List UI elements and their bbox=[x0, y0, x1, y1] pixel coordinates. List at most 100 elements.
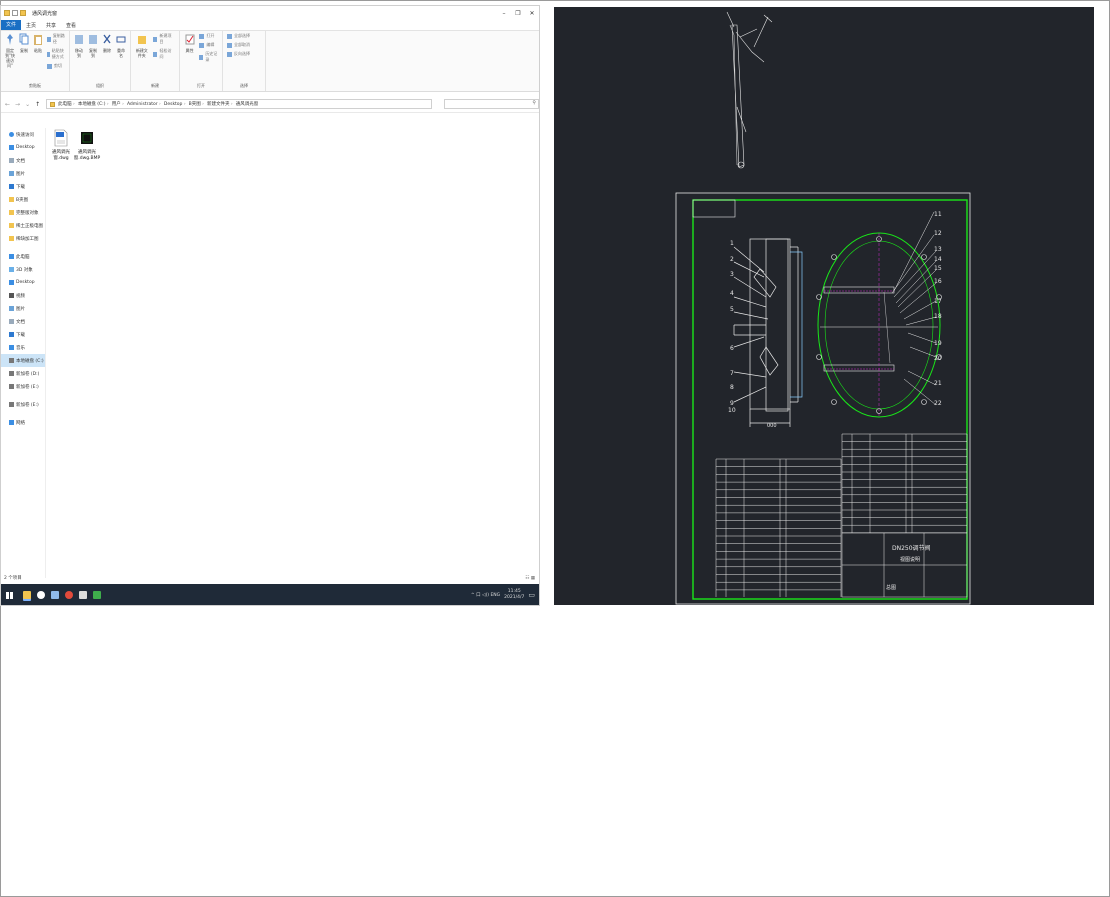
sheet-inner-border bbox=[692, 199, 968, 600]
breadcrumb-item[interactable]: Administrator bbox=[127, 102, 161, 107]
tab-home[interactable]: 主页 bbox=[21, 22, 41, 29]
cortana-taskbar-icon[interactable] bbox=[37, 591, 45, 599]
documents-icon bbox=[9, 158, 14, 163]
breadcrumb-item[interactable]: 新建文件夹 bbox=[207, 101, 233, 107]
maximize-button[interactable]: ❐ bbox=[511, 10, 525, 17]
clipboard-small-buttons: 复制路径 粘贴快捷方式 剪切 bbox=[47, 33, 65, 89]
nav-item-drive-c[interactable]: 本地磁盘 (C:) bbox=[1, 354, 45, 367]
nav-item-downloads[interactable]: 下载 bbox=[1, 328, 45, 341]
properties-button[interactable]: 属性 bbox=[184, 33, 195, 89]
nav-item-documents[interactable]: 文档 bbox=[1, 315, 45, 328]
nav-item-downloads[interactable]: 下载 bbox=[1, 180, 45, 193]
copy-button[interactable]: 复制 bbox=[19, 33, 29, 89]
star-icon bbox=[9, 132, 14, 137]
balloon-5: 5 bbox=[730, 306, 734, 313]
nav-label: 快速访问 bbox=[16, 132, 34, 138]
wechat-taskbar-icon[interactable] bbox=[93, 591, 101, 599]
notification-icon[interactable]: ▭ bbox=[528, 591, 535, 599]
forward-button[interactable]: → bbox=[15, 101, 20, 108]
quick-access-toolbar[interactable] bbox=[4, 10, 26, 16]
tab-share[interactable]: 共享 bbox=[41, 22, 61, 29]
ribbon-group-select: 全部选择 全部取消 反向选择 选择 bbox=[223, 31, 266, 91]
nav-item-documents[interactable]: 文档 bbox=[1, 154, 45, 167]
new-folder-icon[interactable] bbox=[20, 10, 26, 16]
history-button[interactable]: 历史记录 bbox=[199, 51, 218, 63]
properties-label: 属性 bbox=[185, 48, 194, 53]
copy-to-button[interactable]: 复制到 bbox=[88, 33, 98, 89]
balloon-14: 14 bbox=[934, 256, 942, 263]
search-input[interactable]: ⚲ bbox=[444, 99, 539, 109]
documents-icon bbox=[9, 319, 14, 324]
nav-item-folder[interactable]: B夹图 bbox=[1, 193, 45, 206]
cut-button[interactable]: 剪切 bbox=[47, 63, 65, 69]
breadcrumb-item[interactable]: B夹图 bbox=[189, 101, 204, 107]
item-count: 2 个项目 bbox=[4, 576, 22, 581]
nav-item-drive-e-root[interactable]: 新加卷 (E:) bbox=[1, 398, 45, 411]
group-label-new: 新建 bbox=[151, 83, 159, 88]
clock[interactable]: 11:45 2021/4/7 bbox=[504, 589, 524, 601]
back-button[interactable]: ← bbox=[5, 101, 10, 108]
breadcrumb[interactable]: 此电脑 本地磁盘 (C:) 用户 Administrator Desktop B… bbox=[46, 99, 433, 109]
download-icon bbox=[9, 184, 14, 189]
edit-button[interactable]: 编辑 bbox=[199, 42, 218, 48]
recent-dropdown-button[interactable]: ⌄ bbox=[25, 101, 30, 108]
select-none-button[interactable]: 全部取消 bbox=[227, 42, 250, 48]
nav-item-folder[interactable]: 完整版对象 bbox=[1, 206, 45, 219]
pin-quick-access-button[interactable]: 固定到"快速访问" bbox=[5, 33, 15, 89]
open-button[interactable]: 打开 bbox=[199, 33, 218, 39]
tab-view[interactable]: 查看 bbox=[61, 22, 81, 29]
nav-quick-access[interactable]: 快速访问 bbox=[1, 128, 45, 141]
move-to-button[interactable]: 移动到 bbox=[74, 33, 84, 89]
breadcrumb-item[interactable]: 此电脑 bbox=[58, 101, 75, 107]
minimize-button[interactable]: – bbox=[497, 10, 511, 17]
new-item-button[interactable]: 新建项目 bbox=[152, 33, 175, 45]
nav-this-pc[interactable]: 此电脑 bbox=[1, 250, 45, 263]
breadcrumb-item[interactable]: Desktop bbox=[164, 102, 186, 107]
group-label-clipboard: 剪贴板 bbox=[29, 83, 41, 88]
paste-shortcut-button[interactable]: 粘贴快捷方式 bbox=[47, 48, 65, 60]
file-explorer-taskbar-icon[interactable] bbox=[23, 591, 31, 599]
nav-item-drive-d[interactable]: 新加卷 (D:) bbox=[1, 367, 45, 380]
paint-taskbar-icon[interactable] bbox=[79, 591, 87, 599]
nav-item-drive-e[interactable]: 新加卷 (E:) bbox=[1, 380, 45, 393]
breadcrumb-item[interactable]: 本地磁盘 (C:) bbox=[78, 101, 109, 107]
breadcrumb-item[interactable]: 通风调光窗 bbox=[236, 101, 259, 107]
select-all-button[interactable]: 全部选择 bbox=[227, 33, 250, 39]
notepad-taskbar-icon[interactable] bbox=[51, 591, 59, 599]
windows-start-icon[interactable] bbox=[6, 591, 13, 599]
file-item-dwg[interactable]: 通风调光窗.dwg bbox=[51, 129, 71, 162]
chrome-taskbar-icon[interactable] bbox=[65, 591, 73, 599]
nav-item-desktop[interactable]: Desktop bbox=[1, 276, 45, 289]
nav-item-folder[interactable]: 稀缺加工图 bbox=[1, 232, 45, 245]
nav-network[interactable]: 网络 bbox=[1, 416, 45, 429]
tray-icons[interactable]: ^ 口 ◁)) ENG bbox=[471, 592, 500, 598]
drawing-title: DN250调节阀 bbox=[892, 544, 931, 552]
nav-item-3d-objects[interactable]: 3D 对象 bbox=[1, 263, 45, 276]
tab-file[interactable]: 文件 bbox=[1, 20, 22, 30]
invert-selection-button[interactable]: 反向选择 bbox=[227, 51, 250, 57]
view-toggle-icons[interactable]: ☷ ▦ bbox=[525, 576, 535, 581]
copy-to-label: 复制到 bbox=[89, 48, 97, 58]
up-button[interactable]: ↑ bbox=[35, 101, 40, 108]
properties-icon[interactable] bbox=[12, 10, 18, 16]
nav-item-pictures[interactable]: 图片 bbox=[1, 302, 45, 315]
new-folder-button[interactable]: 新建文件夹 bbox=[135, 33, 149, 89]
rename-button[interactable]: 重命名 bbox=[116, 33, 126, 89]
desktop-icon bbox=[9, 280, 14, 285]
delete-button[interactable]: 删除 bbox=[102, 33, 112, 89]
copy-path-button[interactable]: 复制路径 bbox=[47, 33, 65, 45]
move-to-label: 移动到 bbox=[75, 48, 83, 58]
nav-item-folder[interactable]: 稀土正极电图 bbox=[1, 219, 45, 232]
paste-button[interactable]: 粘贴 bbox=[33, 33, 43, 89]
video-icon bbox=[9, 293, 14, 298]
nav-item-videos[interactable]: 视频 bbox=[1, 289, 45, 302]
address-bar-row: ← → ⌄ ↑ 此电脑 本地磁盘 (C:) 用户 Administrator D… bbox=[1, 96, 539, 113]
nav-item-desktop[interactable]: Desktop bbox=[1, 141, 45, 154]
history-icon bbox=[199, 54, 204, 60]
nav-item-pictures[interactable]: 图片 bbox=[1, 167, 45, 180]
nav-item-music[interactable]: 音乐 bbox=[1, 341, 45, 354]
close-button[interactable]: ✕ bbox=[525, 10, 539, 17]
breadcrumb-item[interactable]: 用户 bbox=[112, 101, 124, 107]
file-item-bmp[interactable]: 通风调光窗.dwg.BMP bbox=[74, 129, 100, 162]
easy-access-button[interactable]: 轻松访问 bbox=[152, 48, 175, 60]
